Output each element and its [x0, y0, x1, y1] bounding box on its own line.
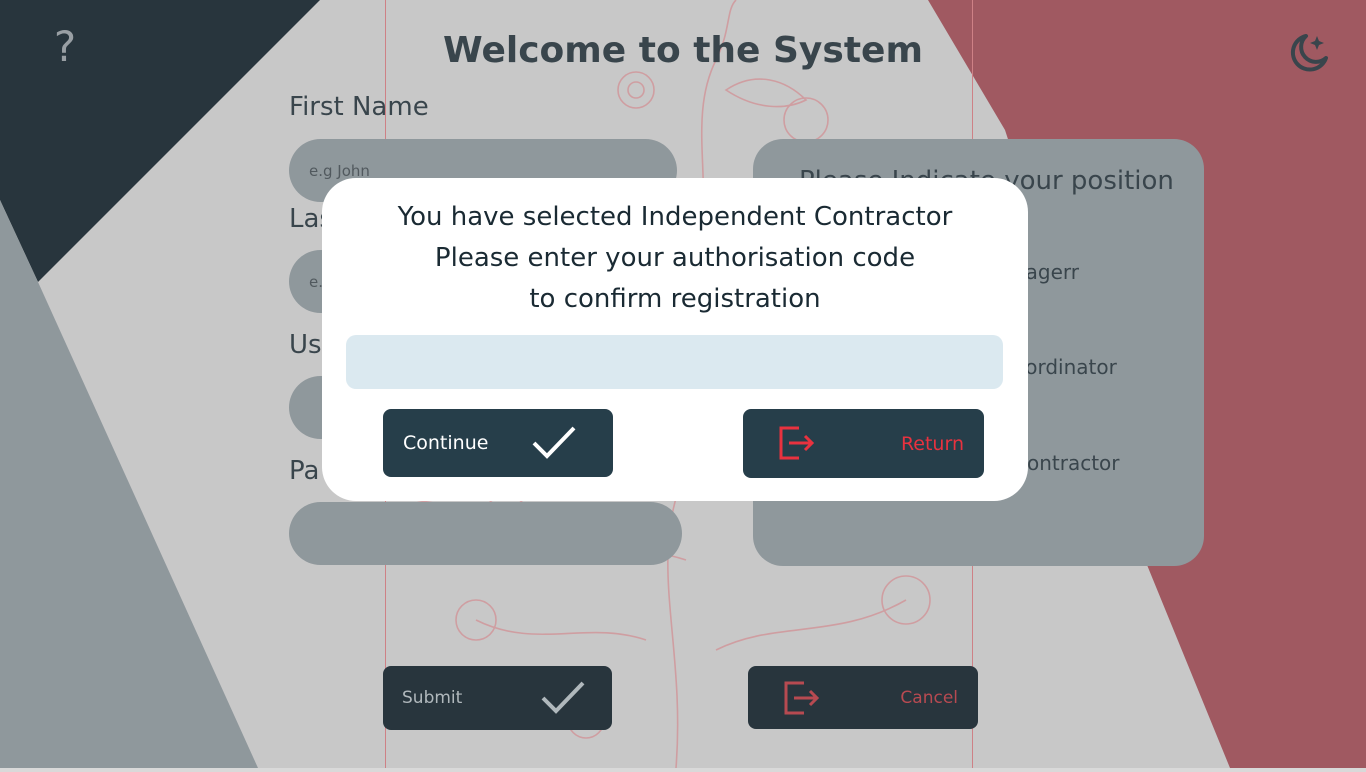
exit-icon	[779, 426, 815, 460]
modal-message-line1: You have selected Independent Contractor	[397, 202, 953, 232]
authorisation-modal: You have selected Independent Contractor…	[322, 178, 1028, 501]
return-button[interactable]: Return	[743, 409, 984, 478]
authorisation-code-input[interactable]	[346, 335, 1003, 389]
checkmark-icon	[532, 426, 576, 459]
continue-button[interactable]: Continue	[383, 409, 613, 477]
continue-label: Continue	[403, 432, 489, 454]
modal-message-line2: Please enter your authorisation code	[434, 243, 916, 273]
modal-message-line3: to confirm registration	[529, 284, 821, 314]
return-label: Return	[900, 432, 964, 455]
